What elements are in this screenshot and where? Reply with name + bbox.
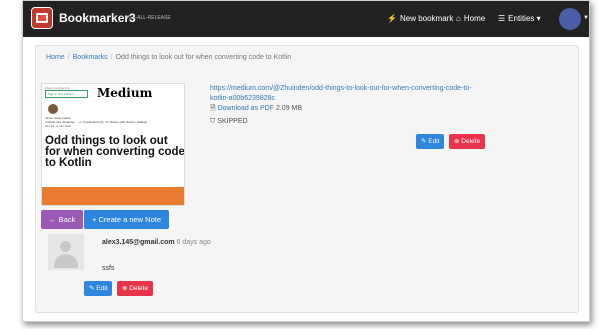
pdf-download-link[interactable]: Download as PDF — [218, 105, 274, 112]
note-text: ssfs — [102, 265, 115, 272]
thumbnail-author: Jaime Vesel Follow Android dev. ZhuInden… — [45, 116, 175, 128]
note-time: 6 days ago — [176, 239, 211, 246]
bookmark-thumbnail[interactable]: About membership Sign in Get started Med… — [41, 83, 185, 206]
thumbnail-publication: Medium — [97, 86, 153, 100]
bookmark-status: ⛉ SKIPPED — [210, 118, 248, 126]
nav-home[interactable]: ⌂ Home — [456, 14, 485, 23]
pdf-file-icon: 🗎 — [210, 105, 216, 112]
bookmark-url[interactable]: https://medium.com/@Zhuinden/odd-things-… — [210, 84, 480, 104]
bookmark-delete-button[interactable]: ⊗ Delete — [449, 134, 486, 149]
nav-new-bookmark[interactable]: ⚡ New bookmark — [387, 14, 453, 23]
brand-version: v1.5-ALL-RELEASE — [126, 15, 171, 21]
app-window: Bookmarker3 v1.5-ALL-RELEASE ⚡ New bookma… — [22, 0, 590, 322]
note-delete-button[interactable]: ⊗ Delete — [117, 281, 154, 296]
note-email: alex3.145@gmail.com — [102, 239, 175, 246]
content-panel: Home / Bookmarks / Odd things to look out fo… — [35, 45, 579, 313]
home-icon: ⌂ — [456, 14, 461, 23]
list-icon: ☰ — [498, 14, 506, 23]
thumbnail-title: Odd things to look out for when converti… — [45, 135, 185, 169]
breadcrumb-bookmarks[interactable]: Bookmarks — [73, 54, 108, 61]
thumbnail-author-avatar — [48, 104, 58, 114]
arrow-left-icon: ← — [49, 215, 57, 224]
note-avatar — [48, 234, 84, 270]
bookmark-edit-button[interactable]: ✎ Edit — [416, 134, 445, 149]
breadcrumb-home[interactable]: Home — [46, 54, 65, 61]
note-author: alex3.145@gmail.com 6 days ago — [102, 239, 211, 246]
back-button[interactable]: ← Back — [41, 210, 84, 229]
caret-down-icon[interactable]: ▼ — [583, 15, 589, 21]
note-edit-button[interactable]: ✎ Edit — [84, 281, 113, 296]
delete-circle-icon: ⊗ — [454, 138, 460, 145]
thumbnail-date: Oct 14 · 6 min read — [45, 124, 71, 128]
status-label: SKIPPED — [217, 118, 248, 125]
plus-icon: + — [92, 215, 97, 224]
shield-icon: ⛉ — [210, 118, 216, 125]
thumbnail-sign: Sign in Get started — [45, 90, 88, 98]
pencil-icon: ✎ — [89, 285, 95, 292]
pencil-icon: ✎ — [421, 138, 427, 145]
thumbnail-accent-bar — [42, 187, 184, 205]
nav-entities[interactable]: ☰ Entities ▾ — [498, 14, 541, 23]
caret-down-icon: ▾ — [534, 14, 541, 23]
breadcrumb-current: Odd things to look out for when converti… — [115, 54, 292, 61]
breadcrumb: Home / Bookmarks / Odd things to look out fo… — [46, 54, 292, 61]
create-note-button[interactable]: + Create a new Note — [84, 210, 170, 229]
navbar: Bookmarker3 v1.5-ALL-RELEASE ⚡ New bookma… — [23, 1, 589, 37]
pdf-download: 🗎 Download as PDF 2.09 MB — [210, 104, 302, 115]
user-avatar[interactable] — [559, 8, 581, 30]
brand-name[interactable]: Bookmarker3 — [59, 11, 136, 25]
delete-circle-icon: ⊗ — [122, 285, 128, 292]
bolt-icon: ⚡ — [387, 14, 397, 23]
brand-logo-icon[interactable] — [31, 7, 53, 29]
pdf-size: 2.09 MB — [275, 105, 303, 112]
